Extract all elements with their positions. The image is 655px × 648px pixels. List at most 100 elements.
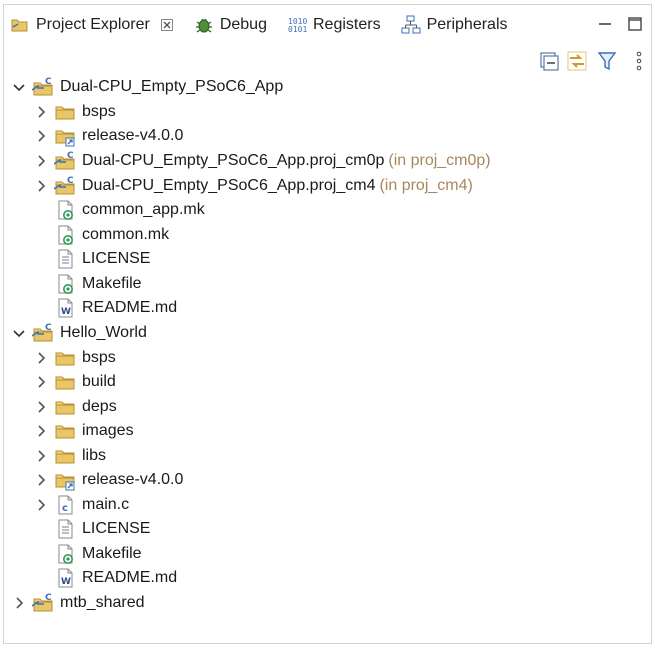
tree-item-label: build — [82, 373, 116, 390]
debug-bug-icon — [194, 15, 214, 35]
tree-item-file[interactable]: Makefile — [34, 542, 142, 566]
tree-item-project[interactable]: mtb_shared — [12, 591, 145, 615]
tree-item-folder[interactable]: build — [34, 370, 116, 394]
project-decoration: (in proj_cm0p) — [388, 152, 491, 169]
tree-item-label: mtb_shared — [60, 594, 145, 611]
tree-item-file[interactable]: Makefile — [34, 272, 142, 296]
tab-label: Registers — [312, 16, 381, 33]
tree-item-label: Hello_World — [60, 324, 147, 341]
tree-item-folder[interactable]: libs — [34, 444, 106, 468]
tree-item-label: Dual-CPU_Empty_PSoC6_App — [60, 78, 284, 95]
chevron-right-icon[interactable] — [34, 179, 48, 193]
chevron-right-icon[interactable] — [34, 154, 48, 168]
tab-label: Project Explorer — [36, 16, 150, 33]
c-project-icon — [54, 150, 76, 172]
word-document-icon — [54, 297, 76, 319]
linked-folder-icon — [54, 125, 76, 147]
tree-item-folder[interactable]: images — [34, 419, 134, 443]
tree-item-label: LICENSE — [82, 250, 151, 267]
tree-item-folder[interactable]: bsps — [34, 346, 116, 370]
maximize-icon[interactable] — [626, 15, 644, 33]
tree-item-subproject[interactable]: Dual-CPU_Empty_PSoC6_App.proj_cm4 (in pr… — [34, 174, 473, 198]
tree-item-project[interactable]: Dual-CPU_Empty_PSoC6_App — [12, 75, 283, 99]
c-source-file-icon — [54, 494, 76, 516]
tab-label: Peripherals — [426, 16, 508, 33]
folder-icon — [54, 347, 76, 369]
tree-item-label: common_app.mk — [82, 201, 205, 218]
close-icon[interactable] — [160, 18, 174, 32]
tree-item-file[interactable]: LICENSE — [34, 517, 150, 541]
text-file-icon — [54, 248, 76, 270]
tree-item-label: LICENSE — [82, 520, 151, 537]
tree-item-label: release-v4.0.0 — [82, 471, 184, 488]
chevron-down-icon[interactable] — [12, 326, 26, 340]
tab-debug[interactable]: Debug — [188, 5, 273, 45]
chevron-right-icon[interactable] — [34, 424, 48, 438]
registers-binary-icon: 1010 0101 — [287, 15, 307, 35]
project-explorer-icon — [10, 15, 30, 35]
tree-item-project[interactable]: Hello_World — [12, 321, 147, 345]
chevron-down-icon[interactable] — [12, 80, 26, 94]
tree-item-label: bsps — [82, 349, 116, 366]
peripherals-tree-icon — [401, 15, 421, 35]
tab-label: Debug — [219, 16, 267, 33]
tree-item-label: README.md — [82, 569, 178, 586]
chevron-right-icon[interactable] — [34, 129, 48, 143]
tab-peripherals[interactable]: Peripherals — [395, 5, 514, 45]
tree-item-label: bsps — [82, 103, 116, 120]
folder-icon — [54, 420, 76, 442]
tree-item-label: images — [82, 422, 134, 439]
tree-item-folder[interactable]: bsps — [34, 100, 116, 124]
tree-item-file[interactable]: LICENSE — [34, 247, 150, 271]
view-tab-bar: Project Explorer Debug 1010 0101 Register… — [4, 5, 651, 45]
tree-item-label: README.md — [82, 299, 178, 316]
tree-item-label: main.c — [82, 496, 130, 513]
tree-item-label: libs — [82, 447, 107, 464]
text-file-icon — [54, 518, 76, 540]
tree-item-file[interactable]: common.mk — [34, 223, 169, 247]
chevron-right-icon[interactable] — [12, 596, 26, 610]
tree-item-label: Makefile — [82, 275, 142, 292]
makefile-icon — [54, 224, 76, 246]
word-document-icon — [54, 567, 76, 589]
tab-registers[interactable]: 1010 0101 Registers — [281, 5, 387, 45]
tree-item-subproject[interactable]: Dual-CPU_Empty_PSoC6_App.proj_cm0p (in p… — [34, 149, 491, 173]
tab-project-explorer[interactable]: Project Explorer — [4, 5, 180, 45]
c-project-icon — [54, 175, 76, 197]
tree-item-folder[interactable]: deps — [34, 395, 117, 419]
chevron-right-icon[interactable] — [34, 105, 48, 119]
chevron-right-icon[interactable] — [34, 375, 48, 389]
makefile-icon — [54, 199, 76, 221]
view-menu-icon[interactable] — [628, 49, 650, 73]
link-with-editor-icon[interactable] — [566, 49, 588, 73]
tree-item-label: Dual-CPU_Empty_PSoC6_App.proj_cm0p — [82, 152, 385, 169]
tree-item-file[interactable]: README.md — [34, 566, 177, 590]
tree-item-label: Dual-CPU_Empty_PSoC6_App.proj_cm4 — [82, 177, 376, 194]
folder-icon — [54, 445, 76, 467]
makefile-icon — [54, 543, 76, 565]
chevron-right-icon[interactable] — [34, 449, 48, 463]
tree-item-file[interactable]: README.md — [34, 296, 177, 320]
tree-item-file[interactable]: common_app.mk — [34, 198, 205, 222]
folder-icon — [54, 101, 76, 123]
project-decoration: (in proj_cm4) — [379, 177, 473, 194]
folder-icon — [54, 371, 76, 393]
chevron-right-icon[interactable] — [34, 498, 48, 512]
tree-item-label: deps — [82, 398, 117, 415]
makefile-icon — [54, 273, 76, 295]
project-explorer-view: Project Explorer Debug 1010 0101 Register… — [3, 4, 652, 644]
filter-icon[interactable] — [596, 49, 618, 73]
tree-item-linked-folder[interactable]: release-v4.0.0 — [34, 468, 183, 492]
linked-folder-icon — [54, 469, 76, 491]
c-project-icon — [32, 592, 54, 614]
c-project-icon — [32, 76, 54, 98]
chevron-right-icon[interactable] — [34, 351, 48, 365]
chevron-right-icon[interactable] — [34, 400, 48, 414]
tree-item-label: Makefile — [82, 545, 142, 562]
tree-item-file[interactable]: main.c — [34, 493, 129, 517]
tree-item-linked-folder[interactable]: release-v4.0.0 — [34, 124, 183, 148]
chevron-right-icon[interactable] — [34, 473, 48, 487]
collapse-all-icon[interactable] — [538, 49, 560, 73]
tree-item-label: common.mk — [82, 226, 170, 243]
minimize-icon[interactable] — [596, 15, 614, 33]
